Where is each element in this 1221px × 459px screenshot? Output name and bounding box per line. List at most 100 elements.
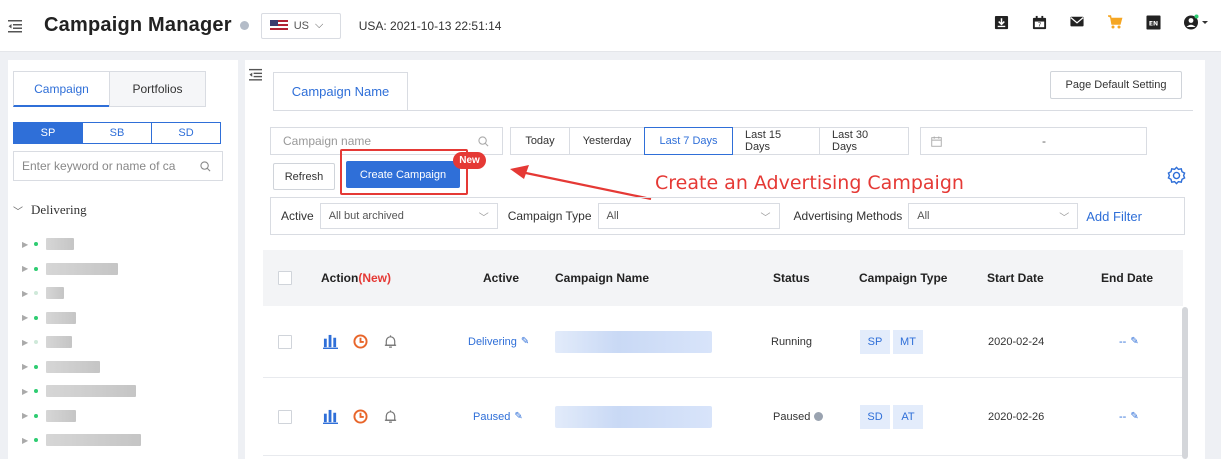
date-today-button[interactable]: Today <box>510 127 570 155</box>
tab-campaign[interactable]: Campaign <box>13 71 110 107</box>
edit-icon[interactable]: ✎ <box>1130 336 1138 347</box>
avatar-icon[interactable] <box>1183 14 1209 30</box>
tree-item[interactable]: ▶ <box>22 281 141 306</box>
active-status-link[interactable]: Paused ✎ <box>473 411 523 423</box>
column-campaign-name[interactable]: Campaign Name <box>555 271 649 285</box>
end-date-cell[interactable]: -- ✎ <box>1119 336 1139 348</box>
collapse-panel-icon[interactable] <box>249 68 262 81</box>
end-date-cell[interactable]: -- ✎ <box>1119 411 1139 423</box>
date-range-separator: - <box>1042 134 1046 148</box>
tree-item[interactable]: ▶ <box>22 404 141 429</box>
date-yesterday-button[interactable]: Yesterday <box>569 127 645 155</box>
row-checkbox[interactable] <box>278 409 292 424</box>
caret-right-icon: ▶ <box>22 435 29 445</box>
market-select[interactable]: US ⌵ <box>260 12 341 39</box>
active-status-link[interactable]: Delivering ✎ <box>468 336 529 348</box>
table-header: Action(New) Active Campaign Name Status … <box>263 250 1183 306</box>
start-date-cell: 2020-02-26 <box>988 410 1045 423</box>
date-last7-button[interactable]: Last 7 Days <box>644 127 733 155</box>
filter-active-value: All but archived <box>328 210 404 222</box>
filter-bar: Active All but archived ﹀ Campaign Type … <box>270 197 1185 235</box>
bell-icon[interactable] <box>383 334 398 349</box>
market-clock: USA: 2021-10-13 22:51:14 <box>358 18 502 33</box>
chevron-down-icon: ﹀ <box>760 212 771 224</box>
edit-icon[interactable]: ✎ <box>514 411 522 422</box>
segment-sb[interactable]: SB <box>82 122 152 144</box>
edit-icon[interactable]: ✎ <box>1130 411 1138 422</box>
tab-campaign-name[interactable]: Campaign Name <box>273 72 408 110</box>
svg-text:EN: EN <box>1148 20 1157 27</box>
campaign-name-cell[interactable] <box>555 405 712 428</box>
page-default-setting-button[interactable]: Page Default Setting <box>1050 71 1182 99</box>
menu-toggle-icon[interactable] <box>8 19 22 33</box>
tree-item[interactable]: ▶ <box>22 257 141 282</box>
search-icon[interactable] <box>478 135 489 147</box>
clock-icon[interactable] <box>353 409 368 424</box>
left-panel: Campaign Portfolios SP SB SD ﹀ Deliverin… <box>8 60 238 459</box>
type-tag: SD <box>860 404 890 429</box>
caret-right-icon: ▶ <box>22 313 29 323</box>
filter-active-select[interactable]: All but archived ﹀ <box>319 203 498 229</box>
caret-right-icon: ▶ <box>22 288 29 298</box>
tree-item[interactable]: ▶ <box>22 428 141 453</box>
segment-sp[interactable]: SP <box>13 122 83 144</box>
tree-item[interactable]: ▶ <box>22 355 141 380</box>
filter-type-select[interactable]: All ﹀ <box>597 203 780 229</box>
chevron-down-icon: ﹀ <box>13 206 23 218</box>
select-all-checkbox[interactable] <box>278 271 292 285</box>
download-icon[interactable] <box>993 14 1009 30</box>
annotation-text: Create an Advertising Campaign <box>655 172 964 194</box>
bell-icon[interactable] <box>383 409 398 424</box>
edit-icon[interactable]: ✎ <box>521 336 529 347</box>
create-campaign-button[interactable]: Create Campaign <box>346 161 460 188</box>
refresh-button[interactable]: Refresh <box>273 163 335 190</box>
type-tag: MT <box>893 329 923 354</box>
campaign-search-input[interactable] <box>22 159 200 173</box>
chevron-down-icon: ⌵ <box>314 19 324 31</box>
market-label: US <box>293 19 309 32</box>
table-scrollbar[interactable] <box>1182 307 1188 459</box>
date-range-picker[interactable]: - <box>920 127 1147 155</box>
date-last15-button[interactable]: Last 15 Days <box>732 127 820 155</box>
filter-active-label: Active <box>281 209 314 223</box>
tab-portfolios[interactable]: Portfolios <box>109 71 206 107</box>
column-campaign-type[interactable]: Campaign Type <box>859 271 947 285</box>
column-status[interactable]: Status <box>773 271 810 285</box>
campaign-type-cell: SP MT <box>860 329 926 354</box>
cart-icon[interactable] <box>1107 14 1123 30</box>
tree-item[interactable]: ▶ <box>22 306 141 331</box>
calendar-icon[interactable]: 7 <box>1031 14 1047 30</box>
campaign-name-input[interactable] <box>283 134 468 148</box>
column-start-date[interactable]: Start Date <box>987 271 1044 285</box>
column-action-label: Action <box>321 271 359 285</box>
row-checkbox[interactable] <box>278 334 292 349</box>
add-filter-link[interactable]: Add Filter <box>1086 209 1142 224</box>
language-icon[interactable]: EN <box>1145 14 1161 30</box>
tree-item[interactable]: ▶ <box>22 330 141 355</box>
main-panel: Campaign Name Page Default Setting Today… <box>245 60 1205 459</box>
info-icon[interactable] <box>239 21 249 30</box>
bar-chart-icon[interactable] <box>323 409 338 424</box>
chevron-down-icon: ﹀ <box>1059 212 1070 224</box>
bar-chart-icon[interactable] <box>323 334 338 349</box>
campaign-tree: ▶ ▶ ▶ ▶ ▶ ▶ ▶ ▶ ▶ <box>22 232 141 453</box>
info-icon[interactable] <box>814 412 824 421</box>
tree-group-delivering[interactable]: ﹀ Delivering <box>13 202 87 218</box>
filter-method-select[interactable]: All ﹀ <box>908 203 1079 229</box>
segment-sd[interactable]: SD <box>151 122 221 144</box>
clock-icon[interactable] <box>353 334 368 349</box>
settings-gear-icon[interactable] <box>1167 166 1186 185</box>
date-last30-button[interactable]: Last 30 Days <box>819 127 909 155</box>
column-active[interactable]: Active <box>483 271 519 285</box>
filter-type-value: All <box>606 210 619 222</box>
tree-item[interactable]: ▶ <box>22 232 141 257</box>
caret-right-icon: ▶ <box>22 239 29 249</box>
table-row: Delivering ✎ Running SP MT 2020-02-24 -- … <box>263 306 1183 378</box>
search-icon[interactable] <box>200 160 211 172</box>
tree-item[interactable]: ▶ <box>22 379 141 404</box>
mail-icon[interactable] <box>1069 14 1085 30</box>
column-end-date[interactable]: End Date <box>1101 271 1153 285</box>
filter-method-label: Advertising Methods <box>793 209 903 223</box>
annotation-arrow-icon <box>510 165 652 200</box>
campaign-name-cell[interactable] <box>555 330 712 353</box>
